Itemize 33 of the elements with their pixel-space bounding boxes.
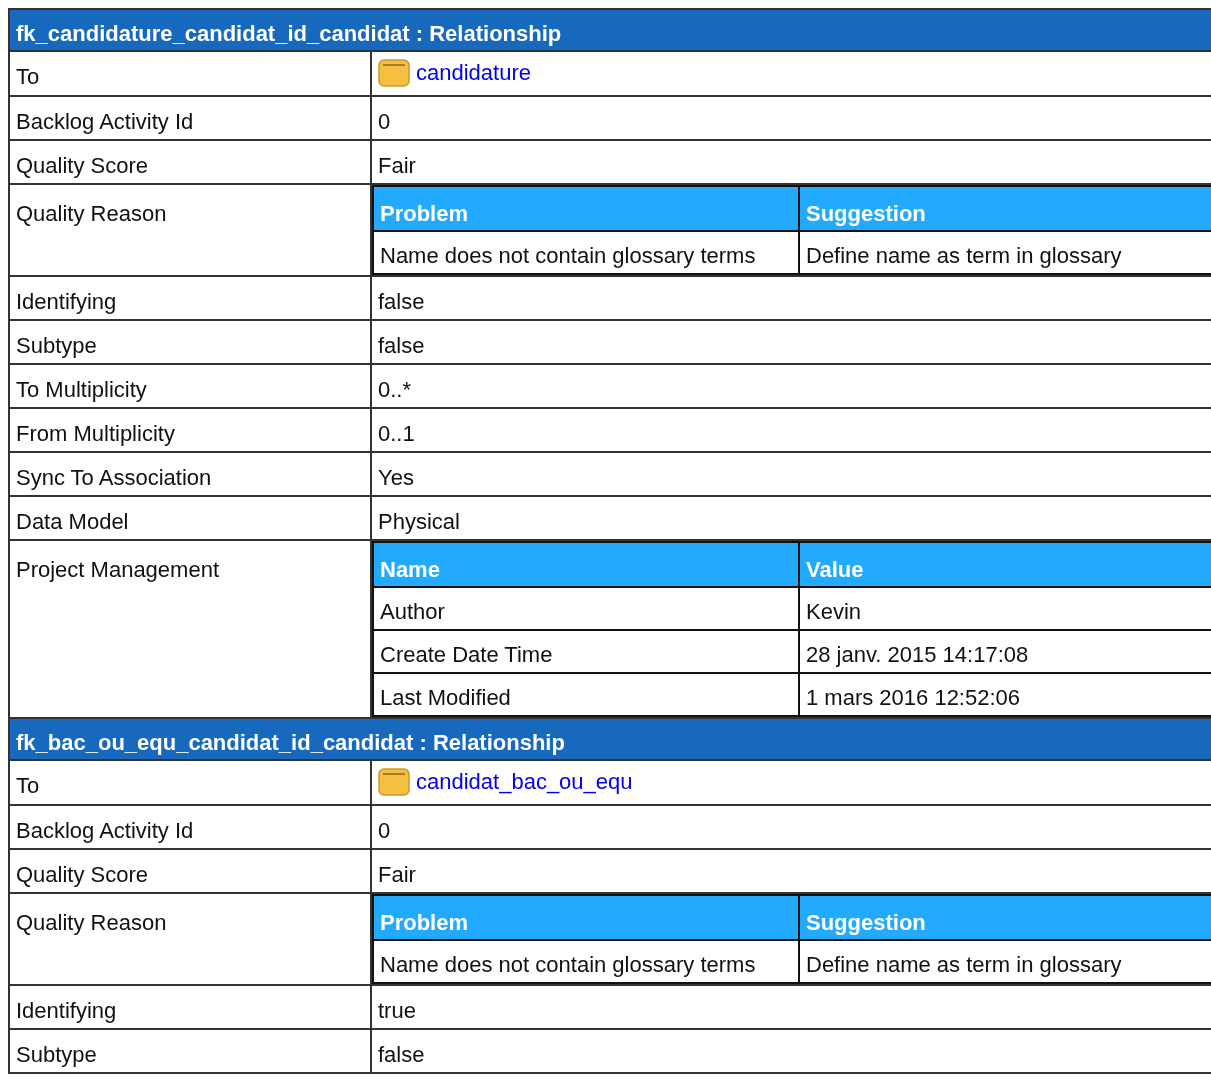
column-header: Problem (373, 186, 799, 231)
table-cell: Create Date Time (373, 630, 799, 673)
property-label: Quality Reason (9, 184, 371, 276)
property-label: To (9, 760, 371, 805)
property-label: Quality Score (9, 849, 371, 893)
property-label: To (9, 51, 371, 96)
column-header: Suggestion (799, 186, 1211, 231)
table-icon (378, 767, 410, 796)
table-cell: Last Modified (373, 673, 799, 716)
entity-link[interactable]: candidature (416, 56, 531, 89)
property-label: Sync To Association (9, 452, 371, 496)
entity-link[interactable]: candidat_bac_ou_equ (416, 765, 633, 798)
column-header: Problem (373, 895, 799, 940)
property-label: Quality Reason (9, 893, 371, 985)
section-header: fk_candidature_candidat_id_candidat : Relationship (9, 9, 1211, 51)
property-label: Backlog Activity Id (9, 96, 371, 140)
column-header: Suggestion (799, 895, 1211, 940)
property-label: Backlog Activity Id (9, 805, 371, 849)
table-cell: Author (373, 587, 799, 630)
property-label: Identifying (9, 985, 371, 1029)
property-label: Data Model (9, 496, 371, 540)
property-label: Subtype (9, 320, 371, 364)
property-label: Quality Score (9, 140, 371, 184)
property-label: Subtype (9, 1029, 371, 1073)
table-cell: Name does not contain glossary terms (373, 940, 799, 983)
table-cell: Name does not contain glossary terms (373, 231, 799, 274)
column-header: Name (373, 542, 799, 587)
table-icon (378, 58, 410, 87)
property-label: Identifying (9, 276, 371, 320)
property-label: To Multiplicity (9, 364, 371, 408)
property-label: From Multiplicity (9, 408, 371, 452)
section-header: fk_bac_ou_equ_candidat_id_candidat : Relationship (9, 718, 1211, 760)
column-header: Value (799, 542, 1211, 587)
